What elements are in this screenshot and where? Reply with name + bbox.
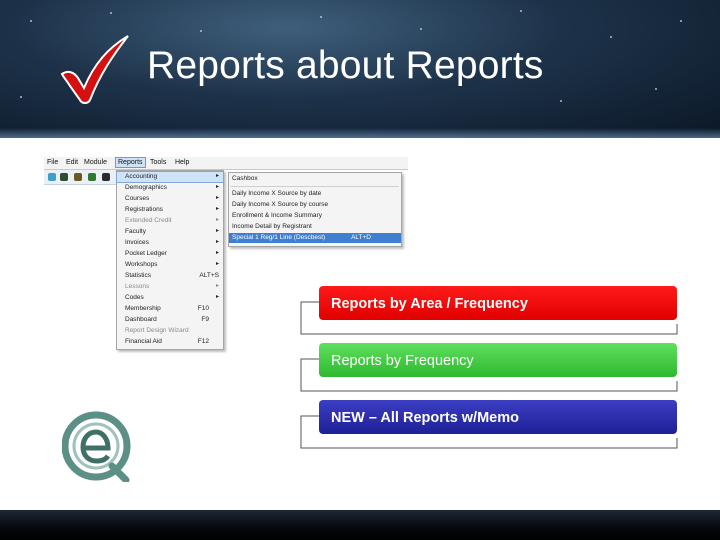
accounting-item[interactable]: Income Detail by Registrant bbox=[229, 222, 401, 232]
menu-separator bbox=[231, 186, 399, 187]
menu-help[interactable]: Help bbox=[175, 159, 189, 166]
reports-item[interactable]: Pocket Ledger ▸ bbox=[117, 249, 223, 259]
toolbar-binoculars-icon[interactable] bbox=[102, 173, 110, 181]
toolbar bbox=[44, 170, 118, 185]
reports-item[interactable]: Membership F10 bbox=[117, 304, 223, 314]
footer-band bbox=[0, 510, 720, 540]
accounting-item[interactable]: Cashbox bbox=[229, 174, 401, 184]
connector-bracket bbox=[300, 301, 678, 449]
accounting-item[interactable]: Daily Income X Source by date bbox=[229, 189, 401, 199]
toolbar-binoculars-icon[interactable] bbox=[74, 173, 82, 181]
menu-edit[interactable]: Edit bbox=[66, 159, 78, 166]
reports-item[interactable]: Report Design Wizard bbox=[117, 326, 223, 336]
header-glow bbox=[0, 128, 720, 138]
reports-item[interactable]: Workshops ▸ bbox=[117, 260, 223, 270]
report-option-frequency[interactable]: Reports by Frequency bbox=[319, 343, 677, 377]
menu-reports[interactable]: Reports bbox=[115, 157, 146, 168]
report-option-all-reports-memo[interactable]: NEW – All Reports w/Memo bbox=[319, 400, 677, 434]
reports-item[interactable]: Demographics ▸ bbox=[117, 183, 223, 193]
accounting-item[interactable]: Enrollment & Income Summary bbox=[229, 211, 401, 221]
reports-item[interactable]: Accounting ▸ bbox=[116, 171, 224, 183]
toolbar-star-icon[interactable] bbox=[48, 173, 56, 181]
checkmark-icon bbox=[60, 35, 129, 104]
report-option-area-frequency[interactable]: Reports by Area / Frequency bbox=[319, 286, 677, 320]
accounting-submenu: Cashbox Daily Income X Source by date Da… bbox=[228, 172, 402, 247]
reports-item[interactable]: Faculty ▸ bbox=[117, 227, 223, 237]
reports-item[interactable]: Statistics ALT+S bbox=[117, 271, 223, 281]
menu-bar: File Edit Module Reports Tools Help bbox=[44, 157, 408, 170]
menu-file[interactable]: File bbox=[47, 159, 58, 166]
accounting-item[interactable]: Daily Income X Source by course bbox=[229, 200, 401, 210]
reports-item[interactable]: Codes ▸ bbox=[117, 293, 223, 303]
menu-module[interactable]: Module bbox=[84, 159, 107, 166]
menu-tools[interactable]: Tools bbox=[150, 159, 166, 166]
reports-item[interactable]: Lessons ▸ bbox=[117, 282, 223, 292]
reports-dropdown: Accounting ▸ Demographics ▸ Courses ▸ Regis… bbox=[116, 170, 224, 350]
reports-item[interactable]: Dashboard F9 bbox=[117, 315, 223, 325]
reports-item[interactable]: Extended Credit ▸ bbox=[117, 216, 223, 226]
reports-item[interactable]: Invoices ▸ bbox=[117, 238, 223, 248]
page-title: Reports about Reports bbox=[147, 44, 544, 87]
reports-item[interactable]: Financial Aid F12 bbox=[117, 337, 223, 347]
reports-item[interactable]: Registrations ▸ bbox=[117, 205, 223, 215]
reports-item[interactable]: Courses ▸ bbox=[117, 194, 223, 204]
header-banner: Reports about Reports bbox=[0, 0, 720, 138]
toolbar-binoculars-icon[interactable] bbox=[88, 173, 96, 181]
accounting-item[interactable]: Special 1 Reg/1 Line (Descbest) ALT+D bbox=[229, 233, 401, 243]
toolbar-binoculars-icon[interactable] bbox=[60, 173, 68, 181]
e-logo-icon bbox=[62, 411, 131, 482]
